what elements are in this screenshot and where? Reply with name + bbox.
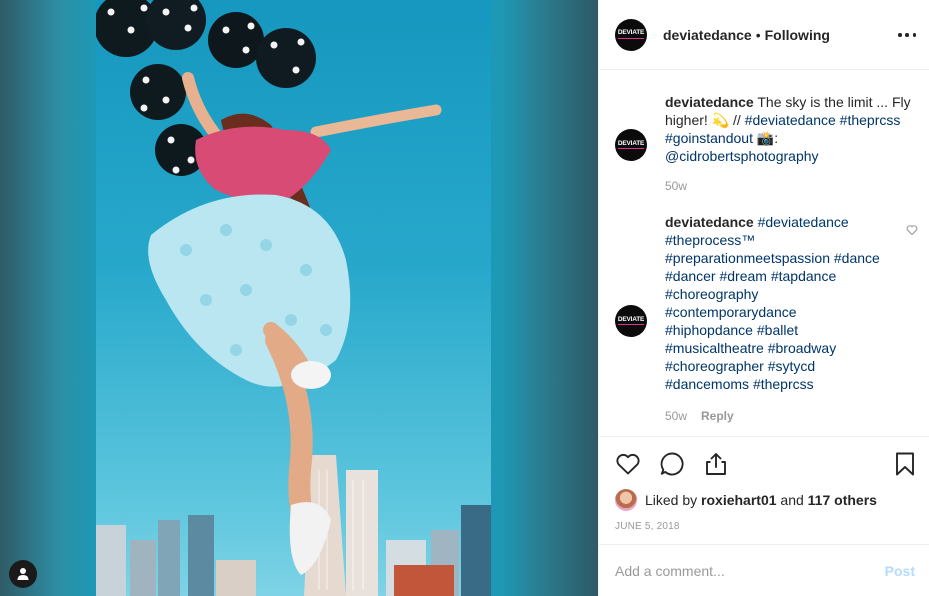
mention-link[interactable]: @cidrobertsphotography — [665, 148, 819, 164]
more-options-button[interactable] — [898, 26, 916, 44]
reply-button[interactable]: Reply — [701, 409, 734, 423]
hashtag-link[interactable]: #sytycd — [768, 358, 815, 374]
avatar[interactable]: DEVIATE — [615, 129, 647, 161]
hashtag-link[interactable]: #musicaltheatre — [665, 340, 764, 356]
comment-username[interactable]: deviatedance — [665, 94, 754, 110]
comment-composer: Post — [599, 544, 929, 596]
avatar-logo-text: DEVIATE — [617, 30, 644, 39]
more-dots-icon — [912, 33, 916, 37]
avatar-logo-text: DEVIATE — [617, 316, 644, 326]
dancer-illustration — [96, 0, 491, 596]
likes-summary: Liked by roxiehart01 and 117 others — [615, 489, 877, 511]
caption-fragment: 📸: — [752, 130, 779, 146]
post-photo — [96, 0, 491, 596]
hashtag-link[interactable]: #theprcss — [753, 376, 814, 392]
post-header: DEVIATE deviatedance • Following — [599, 0, 929, 70]
hashtag-link[interactable]: #ballet — [757, 322, 798, 338]
speech-bubble-icon[interactable] — [659, 451, 685, 477]
comment-age: 50w — [665, 179, 688, 193]
liker-avatar[interactable] — [615, 489, 637, 511]
comment-age: 50w — [665, 409, 688, 423]
hashtag-link[interactable]: #preparationmeetspassion — [665, 250, 830, 266]
post-date: JUNE 5, 2018 — [615, 521, 680, 532]
hashtag-link[interactable]: #theprocess™ — [665, 232, 755, 248]
hashtag-link[interactable]: #deviatedance — [745, 112, 836, 128]
bookmark-icon[interactable] — [892, 451, 918, 477]
hashtag-link[interactable]: #dancer — [665, 268, 716, 284]
hashtag-link[interactable]: #broadway — [768, 340, 837, 356]
more-dots-icon — [905, 33, 909, 37]
hashtag-link[interactable]: #tapdance — [771, 268, 836, 284]
avatar-logo-text: DEVIATE — [617, 140, 644, 150]
more-dots-icon — [898, 33, 902, 37]
others-link[interactable]: 117 others — [808, 492, 877, 508]
post-actions: Liked by roxiehart01 and 117 others JUNE… — [599, 436, 929, 544]
heart-icon[interactable] — [615, 451, 641, 477]
avatar[interactable]: DEVIATE — [615, 305, 647, 337]
hashtag-link[interactable]: #choreographer — [665, 358, 764, 374]
hashtag-link[interactable]: #goinstandout — [665, 130, 753, 146]
hashtag-link[interactable]: #contemporarydance — [665, 304, 797, 320]
caption-text: deviatedance The sky is the limit ... Fl… — [665, 93, 923, 165]
following-button[interactable]: Following — [765, 27, 830, 43]
post-comment-button[interactable]: Post — [885, 563, 915, 579]
tagged-people-button[interactable] — [9, 560, 37, 588]
comment-text: deviatedance #deviatedance #theprocess™ … — [665, 213, 923, 393]
hashtag-link[interactable]: #dream — [719, 268, 766, 284]
hashtag-link[interactable]: #hiphopdance — [665, 322, 753, 338]
comment-username[interactable]: deviatedance — [665, 214, 754, 230]
separator-dot: • — [755, 26, 761, 43]
comments-list: DEVIATE deviatedance The sky is the limi… — [599, 71, 929, 435]
avatar[interactable]: DEVIATE — [615, 18, 647, 51]
likes-prefix: Liked by — [645, 492, 698, 508]
comment-input[interactable] — [615, 562, 875, 579]
post-side-panel: DEVIATE deviatedance • Following DEVIATE… — [598, 0, 929, 596]
hashtag-link[interactable]: #dancemoms — [665, 376, 749, 392]
comment-meta: 50w — [665, 179, 687, 193]
share-icon[interactable] — [703, 451, 729, 477]
hashtag-link[interactable]: #theprcss — [840, 112, 901, 128]
post-username[interactable]: deviatedance — [663, 27, 752, 43]
hashtag-link[interactable]: #deviatedance — [758, 214, 849, 230]
liker-username[interactable]: roxiehart01 — [701, 492, 776, 508]
post-media[interactable] — [0, 0, 598, 596]
comment-like-icon[interactable] — [906, 224, 918, 236]
likes-joiner: and — [780, 492, 804, 508]
hashtag-link[interactable]: #dance — [834, 250, 880, 266]
hashtag-link[interactable]: #choreography — [665, 286, 758, 302]
comment-meta: 50w Reply — [665, 409, 734, 423]
person-icon — [17, 568, 29, 580]
